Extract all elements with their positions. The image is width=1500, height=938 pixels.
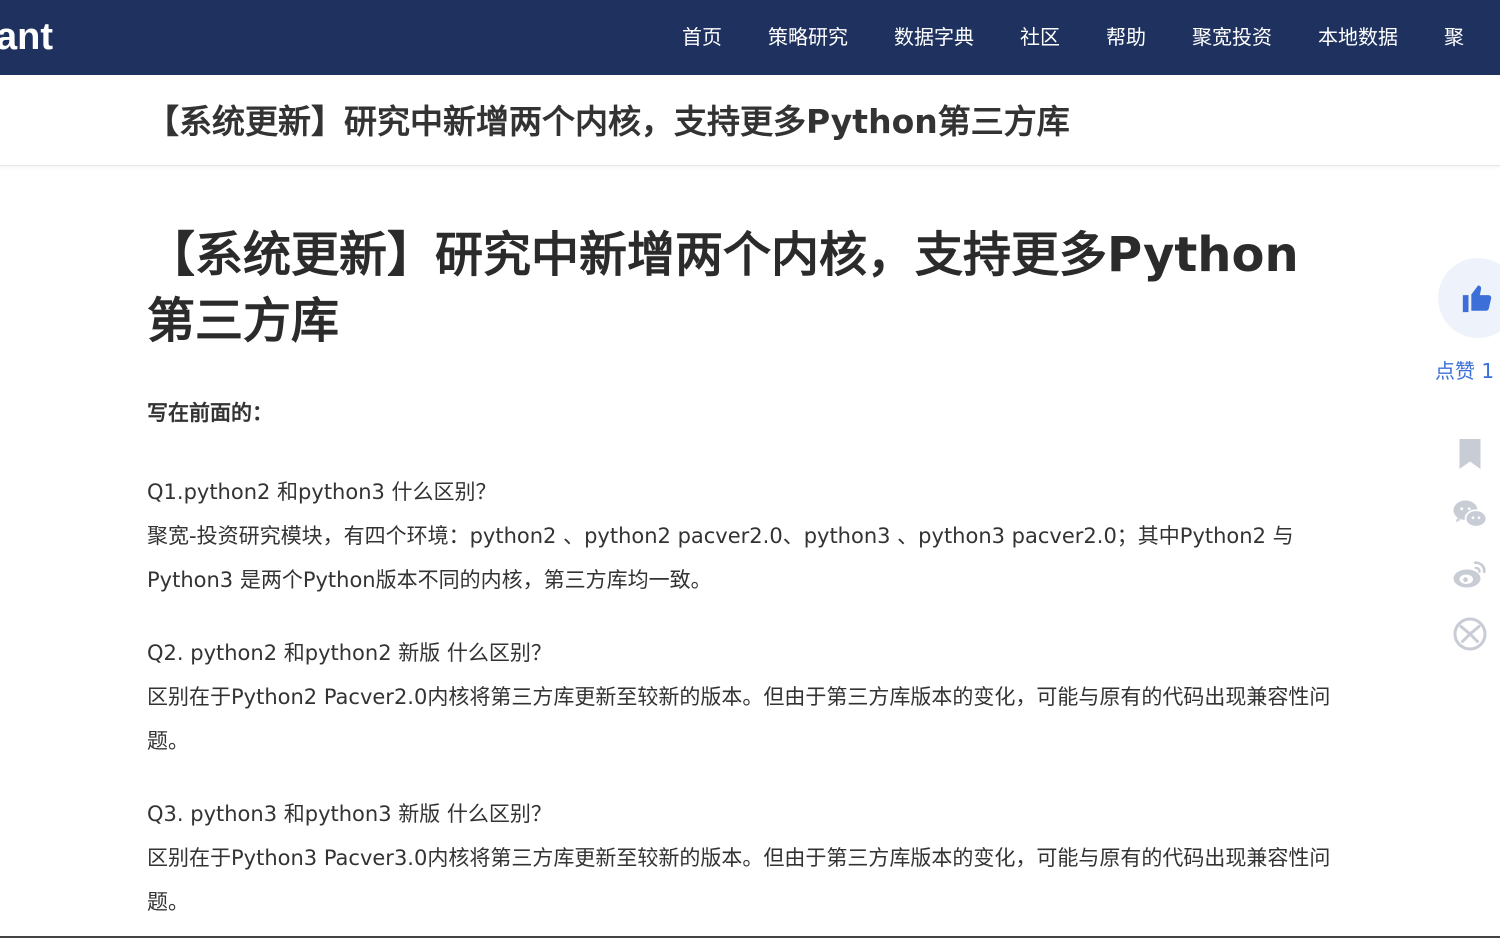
qzone-icon[interactable] [1452, 616, 1488, 652]
thumbs-up-icon [1462, 285, 1492, 313]
sticky-title-bar: 【系统更新】研究中新增两个内核，支持更多Python第三方库 [0, 75, 1500, 166]
nav-item-strategy-research[interactable]: 策略研究 [768, 0, 848, 75]
share-sidebar: 点赞 1 [1430, 258, 1500, 678]
question-text: Q1.python2 和python3 什么区别？ [147, 480, 497, 504]
nav-item-help[interactable]: 帮助 [1106, 0, 1146, 75]
nav-item-data-dictionary[interactable]: 数据字典 [894, 0, 974, 75]
page-title: 【系统更新】研究中新增两个内核，支持更多Python第三方库 [147, 227, 1299, 349]
intro-heading: 写在前面的： [147, 401, 273, 425]
nav-item-home[interactable]: 首页 [682, 0, 722, 75]
answer-text: 聚宽-投资研究模块，有四个环境：python2 、python2 pacver2… [147, 524, 1294, 592]
bookmark-icon[interactable] [1452, 436, 1488, 472]
like-button[interactable] [1438, 258, 1500, 338]
site-logo[interactable]: ant [0, 14, 53, 60]
main-nav: 首页 策略研究 数据字典 社区 帮助 聚宽投资 本地数据 聚 [682, 0, 1500, 75]
question-text: Q3. python3 和python3 新版 什么区别？ [147, 802, 552, 826]
wechat-icon[interactable] [1452, 496, 1488, 532]
nav-item-community[interactable]: 社区 [1020, 0, 1060, 75]
answer-text: 区别在于Python3 Pacver3.0内核将第三方库更新至较新的版本。但由于… [147, 846, 1331, 914]
qa-block-1: Q1.python2 和python3 什么区别？ 聚宽-投资研究模块，有四个环… [147, 470, 1347, 602]
nav-item-local-data[interactable]: 本地数据 [1318, 0, 1398, 75]
qa-block-2: Q2. python2 和python2 新版 什么区别？ 区别在于Python… [147, 631, 1347, 763]
sticky-post-title: 【系统更新】研究中新增两个内核，支持更多Python第三方库 [146, 102, 1070, 141]
qa-block-3: Q3. python3 和python3 新版 什么区别？ 区别在于Python… [147, 792, 1347, 924]
like-count[interactable]: 点赞 1 [1435, 355, 1494, 384]
weibo-icon[interactable] [1452, 556, 1488, 592]
question-text: Q2. python2 和python2 新版 什么区别？ [147, 641, 552, 665]
article-body: 【系统更新】研究中新增两个内核，支持更多Python第三方库 写在前面的： Q1… [147, 222, 1347, 924]
nav-item-joinquant-investment[interactable]: 聚宽投资 [1192, 0, 1272, 75]
top-navigation-bar: ant 首页 策略研究 数据字典 社区 帮助 聚宽投资 本地数据 聚 [0, 0, 1500, 75]
answer-text: 区别在于Python2 Pacver2.0内核将第三方库更新至较新的版本。但由于… [147, 685, 1331, 753]
nav-item-truncated[interactable]: 聚 [1444, 0, 1464, 75]
